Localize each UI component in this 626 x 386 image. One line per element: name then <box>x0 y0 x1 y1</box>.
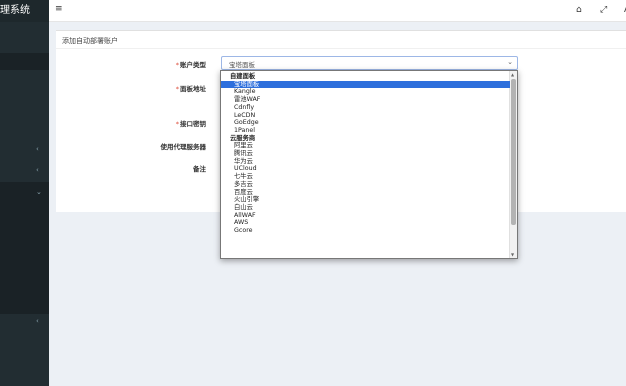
account-type-dropdown[interactable]: ▲ ▼ 自建面板 宝塔面板 Kangle 雷池WAF Cdnfly LeCDN GoEdge… <box>220 70 518 259</box>
dropdown-option[interactable]: 百度云 <box>221 189 510 197</box>
dropdown-option[interactable]: 多吉云 <box>221 181 510 189</box>
account-type-label: *账户类型 <box>175 61 206 69</box>
home-icon[interactable]: ⌂ <box>576 5 582 15</box>
top-navbar: ≡ ⌂ ⤢ Λ <box>49 0 626 22</box>
dropdown-option[interactable]: Gcore <box>221 227 510 235</box>
dropdown-option[interactable]: 七牛云 <box>221 173 510 181</box>
dropdown-option[interactable]: LeCDN <box>221 112 510 120</box>
scrollbar-thumb[interactable] <box>511 79 516 225</box>
panel-url-label: *面板地址 <box>175 85 206 93</box>
sidebar: 管理系统 ‹ ‹ ⌄ ‹ <box>0 0 49 386</box>
dropdown-option[interactable]: UCloud <box>221 165 510 173</box>
scroll-down-icon[interactable]: ▼ <box>511 252 514 257</box>
dropdown-group-label: 自建面板 <box>230 73 256 80</box>
divider <box>56 48 626 49</box>
dropdown-option[interactable]: 雷池WAF <box>221 96 510 104</box>
dropdown-group-label: 云服务商 <box>230 134 256 142</box>
account-type-value: 宝塔面板 <box>229 61 255 69</box>
dropdown-option[interactable]: 华为云 <box>221 158 510 166</box>
sidebar-active-item[interactable] <box>0 53 49 70</box>
dropdown-option[interactable]: 宝塔面板 <box>221 80 510 89</box>
chevron-left-icon[interactable]: ‹ <box>36 145 39 153</box>
dropdown-option[interactable]: AllWAF <box>221 212 510 220</box>
proxy-label: 使用代理服务器 <box>160 143 207 151</box>
api-key-label: *接口密钥 <box>175 120 206 128</box>
dropdown-option[interactable]: 阿里云 <box>221 142 510 150</box>
dropdown-option[interactable]: GoEdge <box>221 119 510 127</box>
chevron-left-icon[interactable]: ‹ <box>36 166 39 174</box>
dropdown-option[interactable]: 腾讯云 <box>221 150 510 158</box>
dropdown-option[interactable]: 1Panel <box>221 127 510 135</box>
dropdown-option[interactable]: 白山云 <box>221 204 510 212</box>
sidebar-expanded-menu[interactable] <box>0 182 49 314</box>
app-title: 管理系统 <box>0 5 30 16</box>
remark-label: 备注 <box>193 165 206 173</box>
chevron-left-icon[interactable]: ‹ <box>36 317 39 325</box>
dropdown-option[interactable]: AWS <box>221 219 510 227</box>
scroll-up-icon[interactable]: ▲ <box>511 72 514 77</box>
dropdown-option[interactable]: Cdnfly <box>221 104 510 112</box>
chevron-down-icon[interactable]: ⌄ <box>36 188 42 196</box>
hamburger-icon[interactable]: ≡ <box>55 4 63 14</box>
account-type-select[interactable]: 宝塔面板 ⌄ <box>221 56 518 70</box>
dropdown-scrollbar[interactable]: ▲ ▼ <box>509 71 517 258</box>
expand-icon[interactable]: ⤢ <box>600 5 607 15</box>
page-title: 添加自动部署账户 <box>62 37 118 45</box>
dropdown-option[interactable]: 火山引擎 <box>221 196 510 204</box>
app-brand[interactable]: 管理系统 <box>0 0 49 22</box>
chevron-down-icon: ⌄ <box>507 58 513 66</box>
dropdown-option[interactable]: Kangle <box>221 88 510 96</box>
